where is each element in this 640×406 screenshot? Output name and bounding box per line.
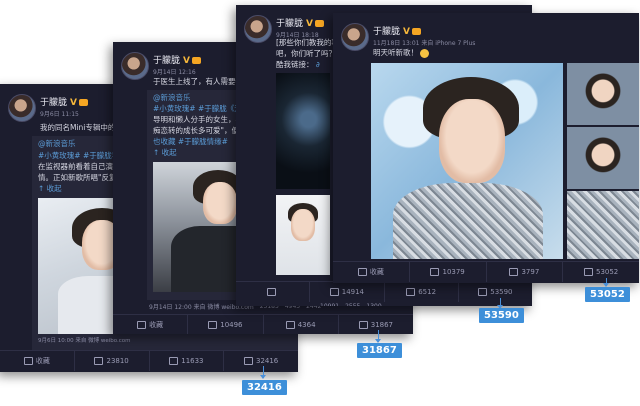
comment-icon [169, 357, 179, 365]
comment-icon [406, 288, 416, 296]
favorite-button[interactable]: 收藏 [113, 315, 189, 334]
like-button[interactable]: 31867 [339, 315, 413, 334]
thumbnail-1[interactable] [567, 63, 639, 125]
post-photo-dark[interactable] [276, 73, 330, 189]
repost-icon [430, 268, 440, 276]
stat-like[interactable]: 1300 [366, 303, 381, 306]
post-photo-white[interactable] [276, 195, 330, 275]
username[interactable]: 于朦胧 [153, 56, 180, 66]
comment-button[interactable]: 11633 [150, 351, 225, 371]
post-footer: 收藏 23810 11633 32416 [0, 350, 298, 371]
post-text: 明天听新歌！ [373, 48, 418, 57]
post-footer: 收藏 10496 4364 31867 [113, 314, 413, 334]
vip-crown-icon [78, 99, 88, 106]
thumbnail-2[interactable] [567, 127, 639, 189]
repost-button[interactable]: 10379 [410, 262, 487, 282]
like-button[interactable]: 53590 [459, 282, 532, 302]
sequin-jacket-shape [393, 183, 543, 259]
post-footer: 收藏 10379 3797 53052 [333, 261, 639, 282]
repost-button[interactable]: 14914 [310, 282, 385, 302]
thumbs-up-icon [478, 288, 488, 296]
post-time: 9月14日 12:16 [153, 69, 196, 76]
verified-icon: V [403, 27, 410, 37]
post-meta: 9月6日 10:00 来自 微博 weibo.com [38, 338, 131, 344]
post-line: [那些你们教我的事 [276, 38, 339, 47]
avatar[interactable] [244, 15, 272, 43]
post-header: 于朦胧 V 11月18日 13:01 来自 iPhone 7 Plus [341, 23, 635, 51]
post-line: 吧，你们听了吗？ [276, 49, 336, 58]
star-icon [23, 357, 33, 365]
repost-icon [329, 288, 339, 296]
like-button[interactable]: 32416 [224, 351, 298, 371]
main-post-photo[interactable] [371, 63, 563, 259]
collapse-arrow-icon: ↑ [153, 148, 162, 157]
verified-icon: V [70, 98, 77, 108]
verified-icon: V [306, 19, 313, 29]
star-icon [266, 288, 276, 296]
thumbs-up-icon [583, 268, 593, 276]
weibo-post-card-4: 于朦胧 V 11月18日 13:01 来自 iPhone 7 Plus 明天听新歌… [333, 13, 639, 283]
like-button[interactable]: 53052 [563, 262, 639, 282]
arrow-icon [497, 298, 503, 309]
collapse-link[interactable]: 收起 [47, 184, 62, 193]
comment-icon [509, 268, 519, 276]
link-icon[interactable]: ∂ [314, 60, 320, 69]
original-stats: 10991 2555 1300 [320, 303, 388, 306]
vip-crown-icon [191, 57, 201, 64]
username[interactable]: 于朦胧 [276, 19, 303, 29]
vip-crown-icon [411, 28, 421, 35]
thumbnail-3[interactable] [567, 191, 639, 259]
stat-repost[interactable]: 10991 [320, 303, 339, 306]
arrow-icon [260, 366, 266, 379]
favorite-button[interactable]: 收藏 [333, 262, 410, 282]
username[interactable]: 于朦胧 [373, 27, 400, 37]
stat-comment[interactable]: 2555 [345, 303, 360, 306]
smile-emoji-icon [420, 48, 429, 58]
star-icon [357, 268, 367, 276]
face-shape [439, 99, 505, 183]
face-shape [291, 209, 315, 241]
face-shape [203, 182, 237, 224]
avatar[interactable] [121, 52, 149, 80]
forward-user[interactable]: @新浪音乐 [153, 92, 191, 103]
repost-icon [208, 321, 218, 329]
collapse-link[interactable]: 收起 [162, 148, 177, 157]
like-count-badge: 53590 [479, 308, 524, 323]
thumbs-up-icon [358, 321, 368, 329]
arrow-icon [375, 330, 381, 343]
post-time: 9月6日 11:15 [40, 111, 79, 118]
post-line: 酷我链接： [276, 60, 314, 69]
favorite-button[interactable] [236, 282, 311, 302]
comment-button[interactable]: 6512 [385, 282, 459, 302]
post-time: 11月18日 13:01 来自 iPhone 7 Plus [373, 40, 476, 47]
like-count-badge: 31867 [357, 343, 402, 358]
collapse-arrow-icon: ↑ [38, 184, 47, 193]
comment-button[interactable]: 4364 [264, 315, 339, 334]
repost-button[interactable]: 23810 [75, 351, 150, 371]
favorite-button[interactable]: 收藏 [0, 351, 75, 371]
verified-icon: V [183, 56, 190, 66]
avatar[interactable] [8, 94, 36, 122]
forward-line: 也收藏 #于朦胧情缘# [153, 137, 228, 146]
forward-user[interactable]: @新浪音乐 [38, 138, 76, 149]
comment-button[interactable]: 3797 [487, 262, 564, 282]
thumbs-up-icon [243, 357, 253, 365]
arrow-icon [603, 278, 609, 287]
star-icon [137, 321, 147, 329]
like-count-badge: 32416 [242, 380, 287, 395]
vip-crown-icon [314, 20, 324, 27]
repost-icon [94, 357, 104, 365]
like-count-badge: 53052 [585, 287, 630, 302]
comment-icon [285, 321, 295, 329]
repost-button[interactable]: 10496 [188, 315, 264, 334]
post-footer: 14914 6512 53590 [236, 281, 532, 302]
username[interactable]: 于朦胧 [40, 98, 67, 108]
avatar[interactable] [341, 23, 369, 51]
